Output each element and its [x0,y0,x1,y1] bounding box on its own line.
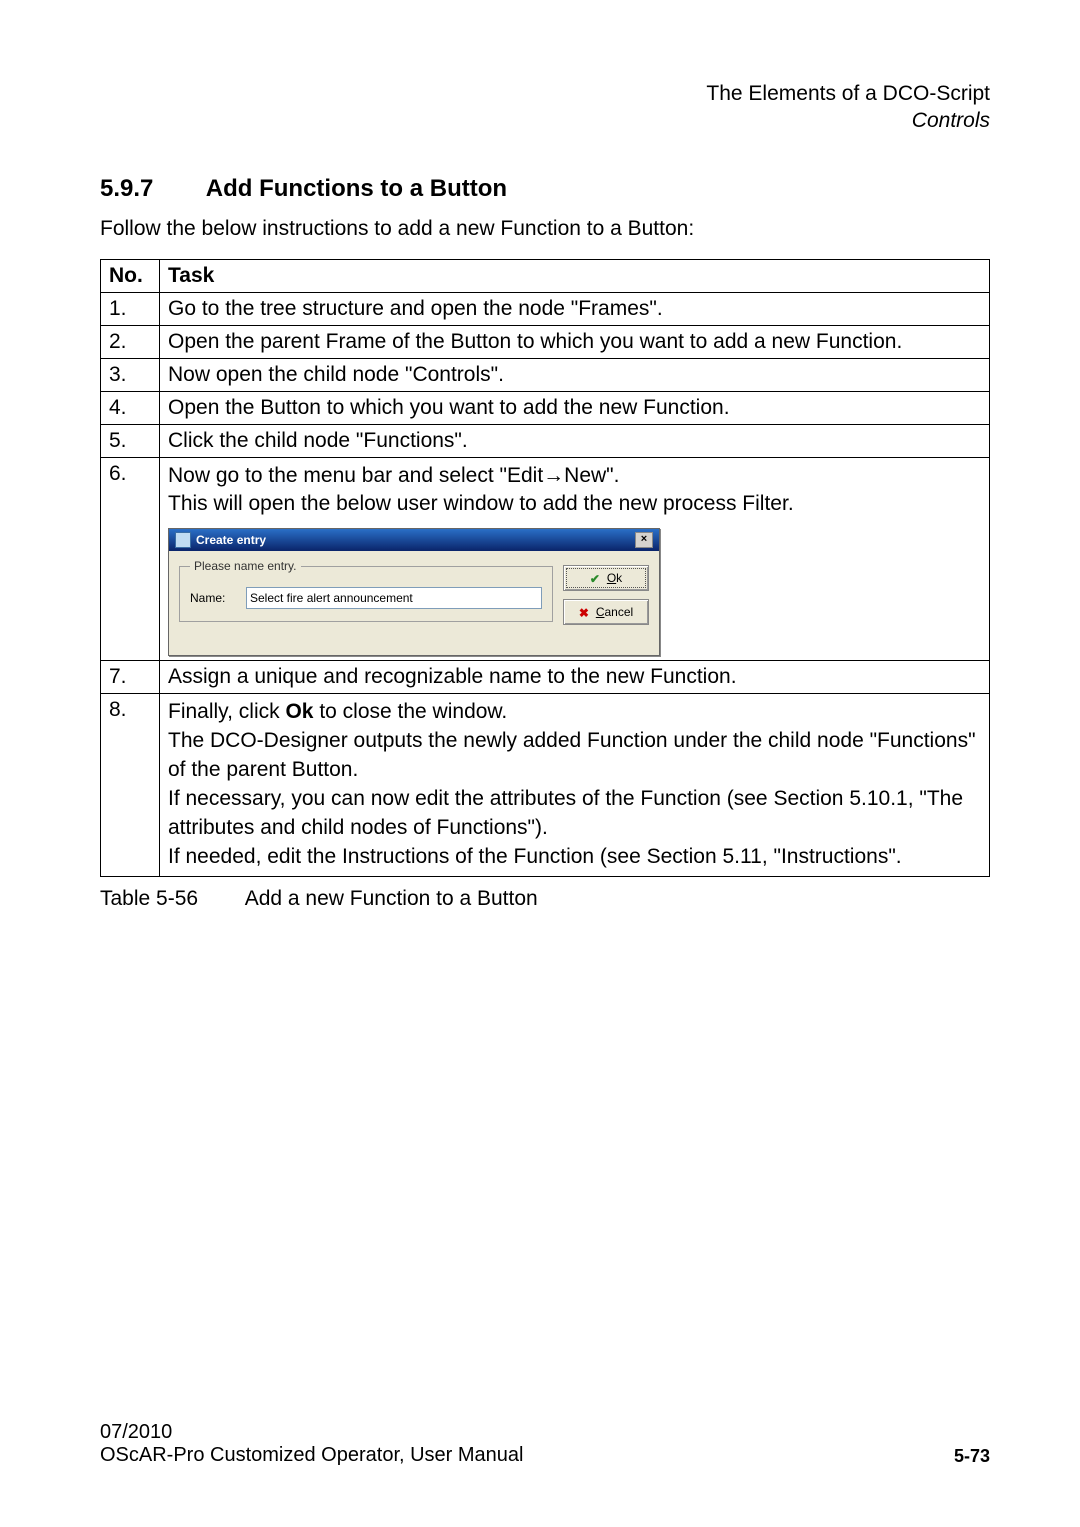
row8-p1-post: to close the window. [313,700,507,723]
cell-no: 4. [101,391,160,424]
cell-no: 8. [101,694,160,877]
table-row: 1. Go to the tree structure and open the… [101,292,990,325]
cell-task: Finally, click Ok to close the window. T… [160,694,990,877]
intro-text: Follow the below instructions to add a n… [100,217,990,241]
section-heading: 5.9.7 Add Functions to a Button [100,175,990,203]
ok-button[interactable]: ✔ Ok [563,565,649,591]
cell-task: Open the parent Frame of the Button to w… [160,325,990,358]
header-chapter: The Elements of a DCO-Script [100,80,990,107]
row6-line1-post: New". [564,464,619,487]
dialog-body: Please name entry. Name: ✔ Ok [169,551,659,655]
footer-doc: OScAR-Pro Customized Operator, User Manu… [100,1444,524,1467]
row6-line2: This will open the below user window to … [168,492,794,515]
table-head-row: No. Task [101,259,990,292]
dialog-legend: Please name entry. [190,559,301,573]
dialog-buttons: ✔ Ok ✖ Cancel [563,565,649,625]
cell-task: Now open the child node "Controls". [160,358,990,391]
check-icon: ✔ [590,572,602,584]
caption-label: Table 5-56 [100,887,240,911]
table-row: 7. Assign a unique and recognizable name… [101,661,990,694]
section-number: 5.9.7 [100,175,200,203]
cancel-button[interactable]: ✖ Cancel [563,599,649,625]
cell-task: Click the child node "Functions". [160,424,990,457]
row8-p4: If needed, edit the Instructions of the … [168,845,902,868]
table-row: 6. Now go to the menu bar and select "Ed… [101,457,990,661]
cancel-label: Cancel [596,605,633,619]
page-header: The Elements of a DCO-Script Controls [100,80,990,135]
cell-no: 1. [101,292,160,325]
table-row: 3. Now open the child node "Controls". [101,358,990,391]
table-row: 2. Open the parent Frame of the Button t… [101,325,990,358]
dialog-title: Create entry [196,533,266,547]
section-title: Add Functions to a Button [206,175,507,202]
table-caption: Table 5-56 Add a new Function to a Butto… [100,887,990,911]
name-label: Name: [190,591,236,605]
page-footer: 07/2010 OScAR-Pro Customized Operator, U… [100,1421,990,1467]
create-entry-dialog: Create entry × Please name entry. Name: [168,528,660,656]
caption-text: Add a new Function to a Button [245,887,538,910]
cell-task: Now go to the menu bar and select "Edit→… [160,457,990,661]
row8-p3: If necessary, you can now edit the attri… [168,787,963,839]
footer-page: 5-73 [954,1446,990,1467]
page: The Elements of a DCO-Script Controls 5.… [0,0,1080,1527]
cell-task: Assign a unique and recognizable name to… [160,661,990,694]
close-button[interactable]: × [635,532,653,548]
cell-no: 7. [101,661,160,694]
dialog-titlebar: Create entry × [169,529,659,551]
footer-date: 07/2010 [100,1421,524,1444]
ok-label: Ok [607,571,622,585]
cell-no: 5. [101,424,160,457]
row8-p1-bold: Ok [285,700,313,723]
table-row: 5. Click the child node "Functions". [101,424,990,457]
cell-task: Open the Button to which you want to add… [160,391,990,424]
cell-no: 6. [101,457,160,661]
arrow-icon: → [543,464,564,487]
x-icon: ✖ [579,606,591,618]
cell-no: 3. [101,358,160,391]
dialog-fieldset: Please name entry. Name: [179,559,553,622]
tasks-table: No. Task 1. Go to the tree structure and… [100,259,990,878]
row8-p2: The DCO-Designer outputs the newly added… [168,729,976,781]
table-row: 8. Finally, click Ok to close the window… [101,694,990,877]
col-task: Task [160,259,990,292]
cell-no: 2. [101,325,160,358]
cell-task: Go to the tree structure and open the no… [160,292,990,325]
row8-p1-pre: Finally, click [168,700,285,723]
table-row: 4. Open the Button to which you want to … [101,391,990,424]
footer-left: 07/2010 OScAR-Pro Customized Operator, U… [100,1421,524,1467]
dialog-icon [175,532,191,548]
header-section: Controls [100,107,990,134]
row6-line1-pre: Now go to the menu bar and select "Edit [168,464,543,487]
name-input[interactable] [246,587,542,609]
col-no: No. [101,259,160,292]
